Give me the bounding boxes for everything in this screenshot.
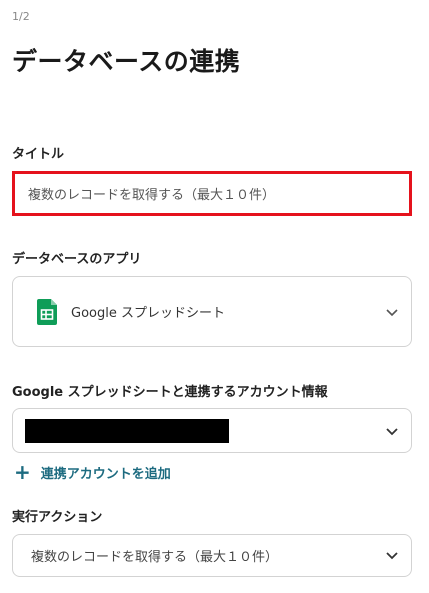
app-label: データベースのアプリ: [12, 252, 142, 267]
add-account-link[interactable]: + 連携アカウントを追加: [14, 462, 171, 482]
redacted-account-value: [25, 418, 229, 443]
action-select[interactable]: 複数のレコードを取得する（最大１０件）: [12, 534, 412, 577]
action-label: 実行アクション: [12, 510, 103, 525]
title-label: タイトル: [12, 147, 65, 162]
title-input[interactable]: [12, 171, 412, 216]
account-select[interactable]: [12, 408, 412, 453]
action-select-value: 複数のレコードを取得する（最大１０件）: [31, 550, 279, 565]
add-account-label: 連携アカウントを追加: [40, 466, 171, 482]
step-indicator: 1/2: [12, 10, 30, 23]
google-sheets-icon: [37, 298, 57, 325]
page-title: データベースの連携: [12, 47, 241, 76]
plus-icon: +: [14, 460, 31, 484]
app-select[interactable]: Google スプレッドシート: [12, 276, 412, 347]
account-label: Google スプレッドシートと連携するアカウント情報: [12, 385, 328, 400]
chevron-down-icon: [385, 304, 399, 318]
chevron-down-icon: [385, 423, 399, 437]
app-select-value: Google スプレッドシート: [71, 306, 225, 321]
chevron-down-icon: [385, 548, 399, 562]
